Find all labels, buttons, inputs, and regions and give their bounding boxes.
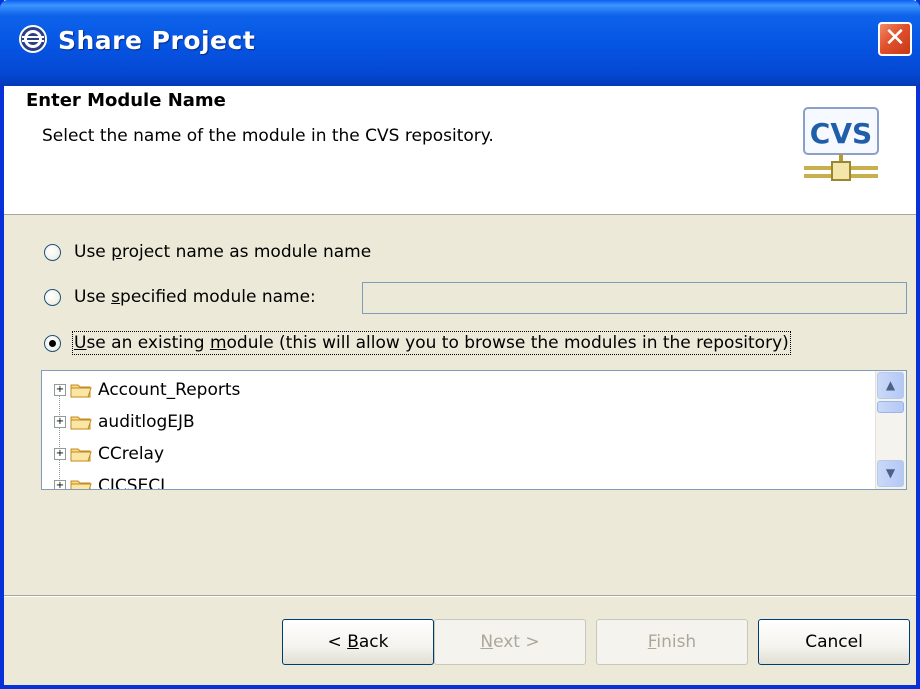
window-title: Share Project xyxy=(58,26,256,55)
module-name-field[interactable] xyxy=(362,282,907,314)
expand-icon[interactable]: + xyxy=(54,448,66,460)
use-project-name-radio[interactable] xyxy=(44,243,61,261)
folder-icon xyxy=(70,384,92,398)
back-button[interactable]: < Back xyxy=(282,619,434,665)
use-project-name-label: Use project name as module name xyxy=(74,242,372,262)
scroll-down-icon[interactable]: ▼ xyxy=(877,460,904,487)
use-existing-module-label: Use an existing module (this will allow … xyxy=(72,331,791,355)
tree-item-label: auditlogEJB xyxy=(98,412,195,432)
tree-item-label: CCrelay xyxy=(98,444,165,464)
use-specified-name-label: Use specified module name: xyxy=(74,287,316,307)
folder-icon xyxy=(70,448,92,462)
expand-icon[interactable]: + xyxy=(54,480,66,489)
module-tree[interactable]: + Account_Reports + auditlogEJB + CCrela… xyxy=(41,370,907,490)
use-specified-name-option[interactable]: Use specified module name: xyxy=(44,287,316,307)
next-button[interactable]: Next > xyxy=(434,619,586,665)
page-description: Select the name of the module in the CVS… xyxy=(42,126,494,146)
button-bar-separator xyxy=(4,595,916,597)
title-bar[interactable]: Share Project ✕ xyxy=(0,0,920,86)
use-specified-name-radio[interactable] xyxy=(44,288,61,306)
tree-item-label: CICSECI xyxy=(98,476,166,490)
cvs-logo-text: CVS xyxy=(810,117,872,150)
scroll-up-icon[interactable]: ▲ xyxy=(877,372,904,399)
folder-icon xyxy=(70,416,92,430)
expand-icon[interactable]: + xyxy=(54,384,66,396)
tree-item[interactable]: + auditlogEJB xyxy=(54,407,195,437)
close-button[interactable]: ✕ xyxy=(878,22,912,56)
use-project-name-option[interactable]: Use project name as module name xyxy=(44,242,371,262)
tree-item-label: Account_Reports xyxy=(98,380,241,400)
use-existing-module-option[interactable]: Use an existing module (this will allow … xyxy=(44,331,791,355)
use-existing-module-radio[interactable] xyxy=(44,334,61,352)
tree-item[interactable]: + Account_Reports xyxy=(54,375,240,405)
page-title: Enter Module Name xyxy=(26,90,226,111)
cvs-logo-icon: CVS xyxy=(803,107,879,181)
share-project-dialog: Share Project ✕ Enter Module Name Select… xyxy=(0,0,920,689)
folder-icon xyxy=(70,480,92,489)
tree-item[interactable]: + CCrelay xyxy=(54,439,164,469)
cancel-button[interactable]: Cancel xyxy=(758,619,910,665)
tree-item[interactable]: + CICSECI xyxy=(54,471,166,490)
scroll-thumb[interactable] xyxy=(877,401,904,413)
eclipse-app-icon xyxy=(19,25,47,53)
close-icon: ✕ xyxy=(884,23,906,53)
tree-scrollbar[interactable]: ▲ ▼ xyxy=(875,371,906,489)
expand-icon[interactable]: + xyxy=(54,416,66,428)
finish-button[interactable]: Finish xyxy=(596,619,748,665)
